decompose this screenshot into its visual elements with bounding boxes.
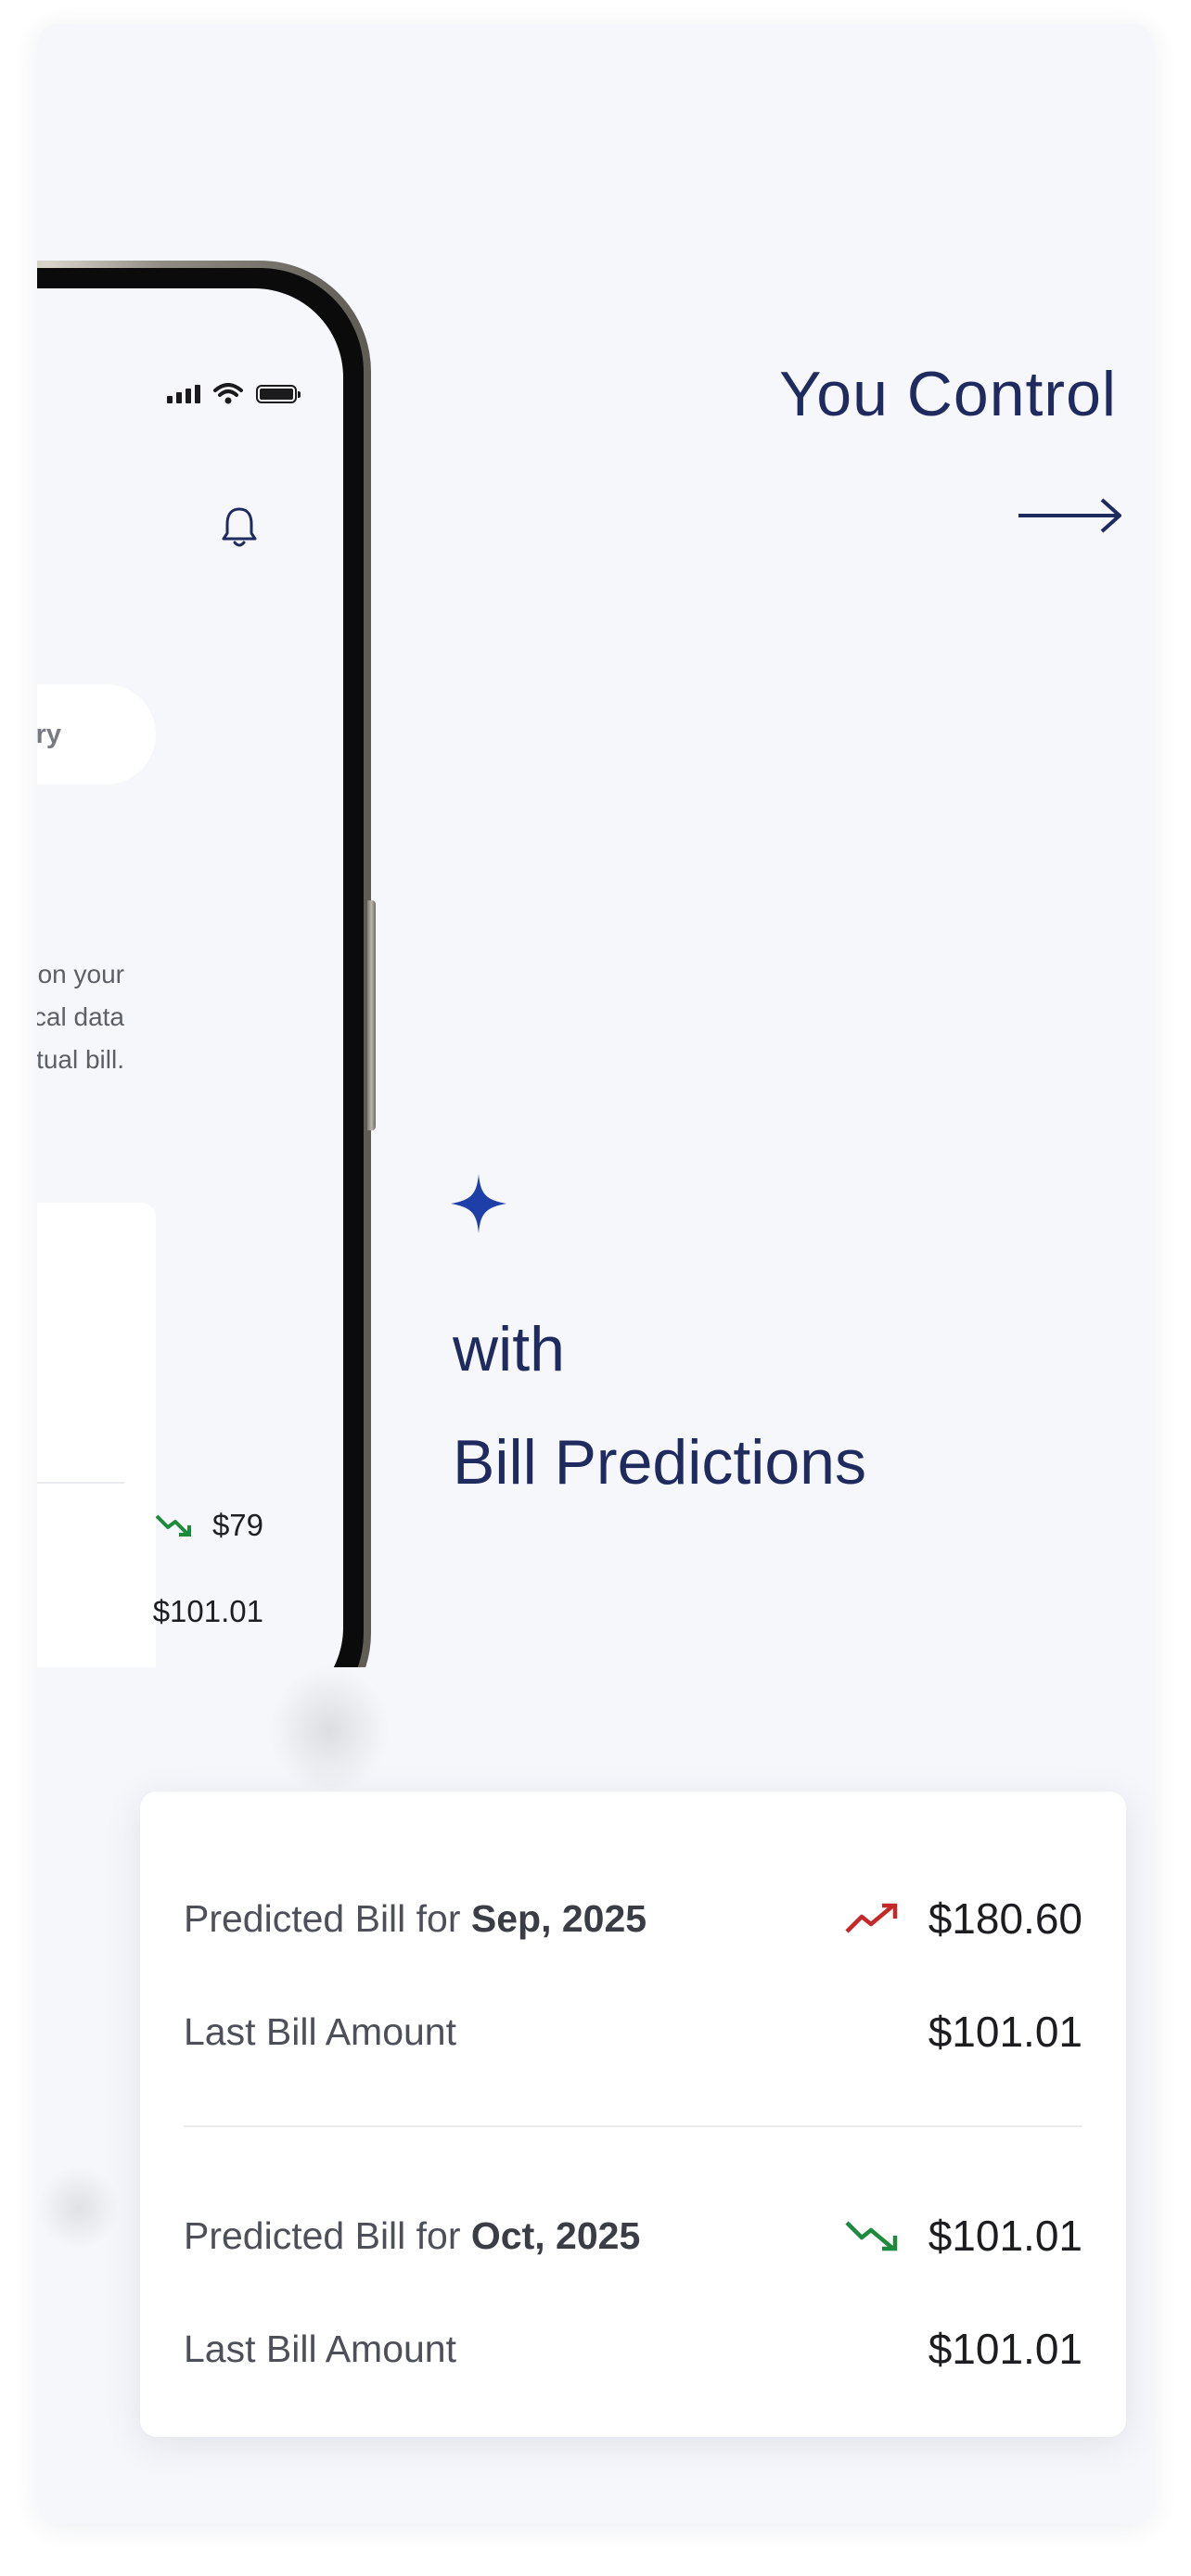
- mini-predicted-row: $79: [155, 1508, 263, 1543]
- mini-bill-card: [37, 1203, 156, 1685]
- hero-subline-with: with: [453, 1314, 565, 1384]
- predicted-bill-label: Predicted Bill for Oct, 2025: [184, 2214, 640, 2258]
- mini-last-bill-value: $101.01: [152, 1594, 263, 1628]
- trending-down-icon: [845, 2221, 897, 2251]
- tab-history[interactable]: History: [37, 684, 156, 784]
- predicted-bill-row-oct: Predicted Bill for Oct, 2025 $101.01: [184, 2211, 1082, 2261]
- phone-mockup: History d on your orical data ctual bill…: [37, 261, 371, 1744]
- tab-history-label: History: [37, 719, 61, 749]
- predicted-bill-month: Sep, 2025: [470, 1896, 647, 1940]
- predicted-bill-row-sep: Predicted Bill for Sep, 2025 $180.60: [184, 1894, 1082, 1944]
- status-bar: [167, 383, 301, 405]
- mini-card-divider: [37, 1482, 124, 1484]
- last-bill-value: $101.01: [928, 2325, 1082, 2373]
- predicted-bill-value: $101.01: [928, 2212, 1082, 2260]
- bill-prediction-card: Predicted Bill for Sep, 2025 $180.60 Las…: [140, 1792, 1126, 2437]
- phone-bezel: History d on your orical data ctual bill…: [37, 268, 364, 1737]
- phone-side-button: [367, 900, 376, 1130]
- sparkle-icon: [451, 1174, 506, 1233]
- phone-screen: History d on your orical data ctual bill…: [37, 288, 343, 1716]
- mini-predicted-value: $79: [211, 1508, 263, 1542]
- trending-down-icon: [155, 1514, 191, 1537]
- predicted-bill-month: Oct, 2025: [470, 2213, 641, 2257]
- predicted-bill-prefix: Predicted Bill for: [184, 1896, 471, 1940]
- last-bill-label: Last Bill Amount: [184, 2009, 456, 2053]
- phone-shadow-left: [37, 2166, 121, 2250]
- battery-icon: [256, 385, 301, 403]
- predicted-bill-prefix: Predicted Bill for: [184, 2213, 471, 2257]
- hero-headline: You Control: [779, 359, 1117, 429]
- hero-subline-feature: Bill Predictions: [453, 1427, 866, 1498]
- arrow-right-icon[interactable]: [1017, 492, 1124, 539]
- bell-icon[interactable]: [219, 504, 260, 550]
- signal-icon: [167, 385, 200, 403]
- last-bill-row-2: Last Bill Amount $101.01: [184, 2324, 1082, 2374]
- wifi-icon: [213, 383, 243, 404]
- predicted-bill-value: $180.60: [928, 1894, 1082, 1943]
- prediction-description: d on your orical data ctual bill.: [37, 960, 124, 1074]
- phone-shadow: [269, 1665, 390, 1795]
- last-bill-value: $101.01: [928, 2008, 1082, 2056]
- predicted-bill-value-group: $180.60: [845, 1894, 1082, 1944]
- trending-up-icon: [845, 1903, 897, 1933]
- last-bill-label: Last Bill Amount: [184, 2327, 456, 2370]
- card-divider: [184, 2125, 1082, 2127]
- last-bill-row-1: Last Bill Amount $101.01: [184, 2007, 1082, 2057]
- predicted-bill-value-group: $101.01: [845, 2211, 1082, 2261]
- predicted-bill-label: Predicted Bill for Sep, 2025: [184, 1897, 647, 1941]
- promo-canvas: History d on your orical data ctual bill…: [37, 24, 1154, 2524]
